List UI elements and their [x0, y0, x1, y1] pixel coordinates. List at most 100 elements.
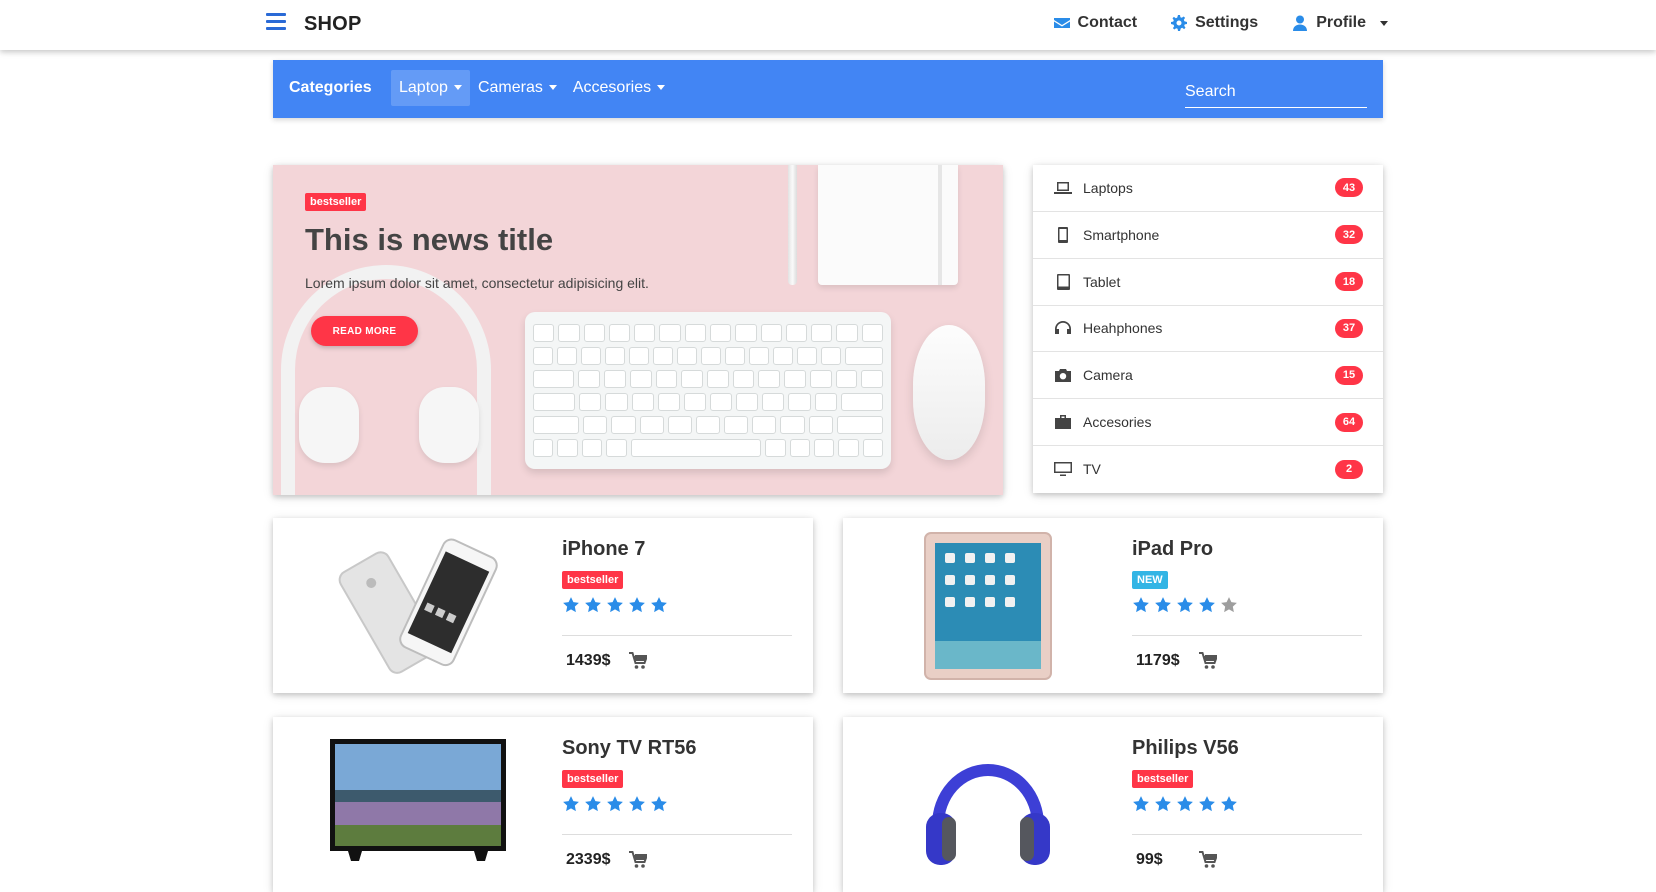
categories-title[interactable]: Categories	[289, 79, 372, 97]
category-item-headphones[interactable]: Heahphones 37	[1033, 306, 1383, 353]
count-badge: 18	[1335, 272, 1363, 292]
product-badge: bestseller	[1132, 770, 1194, 788]
product-image-ipad	[843, 518, 1133, 693]
product-name[interactable]: iPad Pro	[1132, 538, 1213, 561]
product-price: 1439$	[566, 652, 611, 669]
brand-logo[interactable]: SHOP	[304, 13, 361, 36]
star-icon	[629, 597, 645, 613]
product-card[interactable]: Sony TV RT56 bestseller 2339$	[273, 717, 813, 892]
mouse-image	[913, 325, 985, 460]
nav-profile-label: Profile	[1316, 14, 1366, 31]
count-badge: 37	[1335, 318, 1363, 338]
product-name[interactable]: Philips V56	[1132, 737, 1239, 760]
headphones-icon	[1053, 319, 1073, 337]
product-name[interactable]: iPhone 7	[562, 538, 645, 561]
top-nav: Contact Settings Profile	[1053, 14, 1388, 32]
camera-icon	[1053, 366, 1073, 384]
envelope-icon	[1053, 18, 1070, 28]
cart-icon[interactable]	[629, 851, 649, 869]
count-badge: 2	[1335, 459, 1363, 479]
product-image-tv	[273, 717, 563, 892]
star-icon	[629, 796, 645, 812]
category-item-camera[interactable]: Camera 15	[1033, 352, 1383, 400]
star-icon	[563, 597, 579, 613]
category-label: Smartphone	[1083, 226, 1160, 243]
category-item-accesories[interactable]: Accesories 64	[1033, 399, 1383, 447]
star-icon	[563, 796, 579, 812]
star-icon	[651, 597, 667, 613]
count-badge: 32	[1335, 225, 1363, 245]
count-badge: 43	[1335, 178, 1363, 198]
category-item-laptops[interactable]: Laptops 43	[1033, 165, 1383, 212]
user-icon	[1293, 15, 1308, 31]
notebook-image	[818, 165, 958, 285]
product-badge: NEW	[1132, 571, 1168, 589]
star-icon	[1155, 796, 1171, 812]
product-name[interactable]: Sony TV RT56	[562, 737, 696, 760]
product-card[interactable]: Philips V56 bestseller 99$	[843, 717, 1383, 892]
chevron-down-icon	[453, 85, 462, 91]
star-icon	[585, 796, 601, 812]
rating-stars	[562, 596, 668, 614]
product-badge: bestseller	[562, 770, 624, 788]
category-item-tv[interactable]: TV 2	[1033, 446, 1383, 493]
star-icon	[585, 597, 601, 613]
product-image-headphones	[843, 717, 1133, 892]
star-icon	[1199, 597, 1215, 613]
product-image-iphone	[273, 518, 563, 693]
star-icon	[1199, 796, 1215, 812]
product-price: 99$	[1136, 851, 1163, 868]
tv-icon	[1053, 460, 1073, 478]
pen-image	[788, 165, 797, 285]
star-icon	[1133, 597, 1149, 613]
category-item-smartphone[interactable]: Smartphone 32	[1033, 212, 1383, 259]
nav-contact-label: Contact	[1077, 14, 1138, 31]
tablet-icon	[1053, 273, 1073, 291]
category-label: Accesories	[1083, 414, 1152, 431]
read-more-button[interactable]: READ MORE	[311, 316, 418, 346]
laptop-icon	[1053, 179, 1073, 197]
rating-stars	[562, 795, 668, 813]
nav-profile[interactable]: Profile	[1292, 14, 1388, 32]
star-icon	[1221, 796, 1237, 812]
category-list: Laptops 43 Smartphone 32 Tablet 18 Heahp…	[1033, 165, 1383, 493]
menu-laptop[interactable]: Laptop	[391, 70, 470, 106]
cart-icon[interactable]	[1199, 652, 1219, 670]
headphone-cup-left	[299, 387, 359, 463]
chevron-down-icon	[548, 85, 557, 91]
category-label: Laptops	[1083, 179, 1133, 196]
star-icon	[1133, 796, 1149, 812]
categories-menu: Laptop Cameras Accesories	[391, 70, 673, 106]
cart-icon[interactable]	[629, 652, 649, 670]
hero-text: Lorem ipsum dolor sit amet, consectetur …	[305, 275, 649, 291]
product-badge: bestseller	[562, 571, 624, 589]
star-icon	[607, 796, 623, 812]
divider	[562, 834, 792, 835]
star-icon	[1177, 597, 1193, 613]
gear-icon	[1171, 15, 1188, 31]
divider	[562, 635, 792, 636]
star-icon	[607, 597, 623, 613]
chevron-down-icon	[657, 85, 666, 91]
hero-badge: bestseller	[305, 193, 367, 211]
chevron-down-icon	[1380, 20, 1388, 26]
menu-accesories[interactable]: Accesories	[565, 70, 673, 106]
menu-accesories-label: Accesories	[572, 79, 652, 96]
divider	[1132, 635, 1362, 636]
menu-cameras[interactable]: Cameras	[470, 70, 565, 106]
categories-bar: Categories Laptop Cameras Accesories	[273, 60, 1383, 118]
rating-stars	[1132, 596, 1238, 614]
cart-icon[interactable]	[1199, 851, 1219, 869]
search-input[interactable]	[1185, 76, 1367, 108]
hamburger-menu-icon[interactable]	[266, 13, 286, 31]
nav-settings[interactable]: Settings	[1171, 14, 1258, 32]
product-price: 1179$	[1136, 652, 1180, 669]
category-item-tablet[interactable]: Tablet 18	[1033, 259, 1383, 306]
menu-cameras-label: Cameras	[477, 79, 543, 96]
star-icon	[1221, 597, 1237, 613]
product-card[interactable]: iPhone 7 bestseller 1439$	[273, 518, 813, 693]
star-icon	[651, 796, 667, 812]
product-card[interactable]: iPad Pro NEW 1179$	[843, 518, 1383, 693]
nav-contact[interactable]: Contact	[1053, 14, 1138, 32]
hero-banner: bestseller This is news title Lorem ipsu…	[273, 165, 1003, 495]
